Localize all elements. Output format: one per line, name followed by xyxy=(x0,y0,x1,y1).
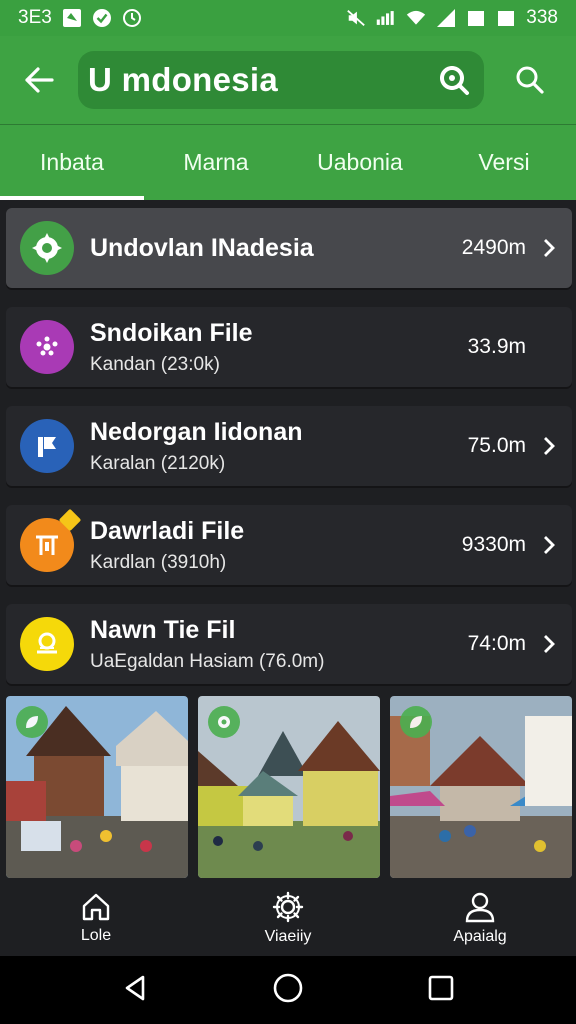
tab-label: Uabonia xyxy=(317,149,403,175)
tab-versi[interactable]: Versi xyxy=(432,125,576,200)
square-recents-icon xyxy=(428,975,453,1000)
cell-signal-icon xyxy=(436,8,456,28)
mute-icon xyxy=(346,8,366,28)
nav-item-profile[interactable]: Apaialg xyxy=(384,880,576,956)
crown-icon xyxy=(20,617,74,671)
search-icon xyxy=(516,66,544,94)
app-bar: U mdonesia xyxy=(0,36,576,124)
item-text: Nedorgan Iidonan Karalan (2120k) xyxy=(90,418,468,475)
system-back-button[interactable] xyxy=(121,974,149,1007)
leaf-icon xyxy=(16,706,48,738)
chevron-right-icon xyxy=(540,534,558,556)
chevron-right-icon xyxy=(540,435,558,457)
gear-icon xyxy=(272,891,304,923)
list-item[interactable]: Undovlan INadesia 2490m xyxy=(6,208,572,288)
list-item[interactable]: Dawrladi File Kardlan (3910h) 9330m xyxy=(6,505,572,585)
home-icon xyxy=(82,893,110,921)
tab-marna[interactable]: Marna xyxy=(144,125,288,200)
item-text: Undovlan INadesia xyxy=(90,234,462,263)
nav-item-settings[interactable]: Viaeiiy xyxy=(192,880,384,956)
dots-icon xyxy=(20,320,74,374)
tab-label: Marna xyxy=(183,149,249,175)
tab-label: Inbata xyxy=(40,149,104,175)
clock-icon xyxy=(122,8,142,28)
item-size: 33.9m xyxy=(467,335,526,358)
chevron-right-icon xyxy=(540,633,558,655)
list-item[interactable]: Nedorgan Iidonan Karalan (2120k) 75.0m xyxy=(6,406,572,486)
tab-inbata[interactable]: Inbata xyxy=(0,125,144,200)
system-recents-button[interactable] xyxy=(427,974,455,1007)
item-text: Nawn Tie Fil UaEgaldan Hasiam (76.0m) xyxy=(90,616,468,673)
person-icon xyxy=(465,892,495,923)
gear-badge-icon xyxy=(20,221,74,275)
file-list: Undovlan INadesia 2490m Sndoikan File Ka… xyxy=(6,208,572,703)
list-item[interactable]: Sndoikan File Kandan (23:0k) 33.9m xyxy=(6,307,572,387)
item-name: Nawn Tie Fil xyxy=(90,615,236,644)
item-size: 2490m xyxy=(461,236,526,259)
item-text: Dawrladi File Kardlan (3910h) xyxy=(90,517,462,574)
photo-gallery xyxy=(6,696,572,878)
item-name: Nedorgan Iidonan xyxy=(90,417,303,446)
status-left-text: 3E3 xyxy=(18,7,52,28)
flag-icon xyxy=(20,419,74,473)
flower-icon xyxy=(208,706,240,738)
status-left: 3E3 xyxy=(18,7,142,29)
check-icon xyxy=(92,8,112,28)
item-size: 75.0m xyxy=(467,434,526,457)
status-bar: 3E3 338 xyxy=(0,0,576,36)
star-badge-icon xyxy=(58,508,82,532)
item-text: Sndoikan File Kandan (23:0k) xyxy=(90,319,468,376)
nav-label: Lole xyxy=(80,927,112,944)
gallery-photo[interactable] xyxy=(390,696,572,878)
system-nav-bar xyxy=(0,956,576,1024)
triangle-back-icon xyxy=(126,975,145,1000)
item-subtitle: UaEgaldan Hasiam (76.0m) xyxy=(90,650,325,672)
nav-label: Apaialg xyxy=(453,928,507,945)
app-root: 3E3 338 U mdonesia Inbata Marna Uabonia … xyxy=(0,0,576,1024)
chevron-right-icon xyxy=(540,237,558,259)
status-right: 338 xyxy=(346,7,558,29)
item-subtitle: Kandan (23:0k) xyxy=(90,353,220,375)
system-home-button[interactable] xyxy=(272,972,304,1009)
leaf-icon xyxy=(400,706,432,738)
tab-label: Versi xyxy=(478,149,530,175)
item-subtitle: Karalan (2120k) xyxy=(90,452,226,474)
signal-bars-icon xyxy=(376,8,396,28)
settings-shortcut-icon[interactable] xyxy=(434,60,474,100)
gallery-photo[interactable] xyxy=(6,696,188,878)
circle-home-icon xyxy=(273,973,303,1002)
status-time: 338 xyxy=(526,7,558,28)
item-name: Dawrladi File xyxy=(90,516,245,545)
bottom-nav: Lole Viaeiiy Apaialg xyxy=(0,880,576,956)
item-name: Undovlan INadesia xyxy=(90,233,314,262)
tab-uabonia[interactable]: Uabonia xyxy=(288,125,432,200)
gate-icon xyxy=(20,508,82,572)
battery-level-icon xyxy=(496,8,516,28)
item-size: 74:0m xyxy=(467,632,526,655)
nav-label: Viaeiiy xyxy=(264,928,312,945)
gallery-photo[interactable] xyxy=(198,696,380,878)
item-size: 9330m xyxy=(461,533,526,556)
battery-icon xyxy=(466,8,486,28)
search-button[interactable] xyxy=(484,36,576,124)
app-bar-title: U mdonesia xyxy=(88,61,279,98)
tab-bar: Inbata Marna Uabonia Versi xyxy=(0,124,576,200)
list-item[interactable]: Nawn Tie Fil UaEgaldan Hasiam (76.0m) 74… xyxy=(6,604,572,684)
item-subtitle: Kardlan (3910h) xyxy=(90,551,227,573)
nav-item-home[interactable]: Lole xyxy=(0,880,192,956)
search-field[interactable]: U mdonesia xyxy=(78,51,484,109)
back-button[interactable] xyxy=(0,36,78,124)
item-name: Sndoikan File xyxy=(90,318,253,347)
notification-icon xyxy=(62,8,82,28)
back-arrow-icon xyxy=(25,67,54,93)
wifi-icon xyxy=(406,8,426,28)
